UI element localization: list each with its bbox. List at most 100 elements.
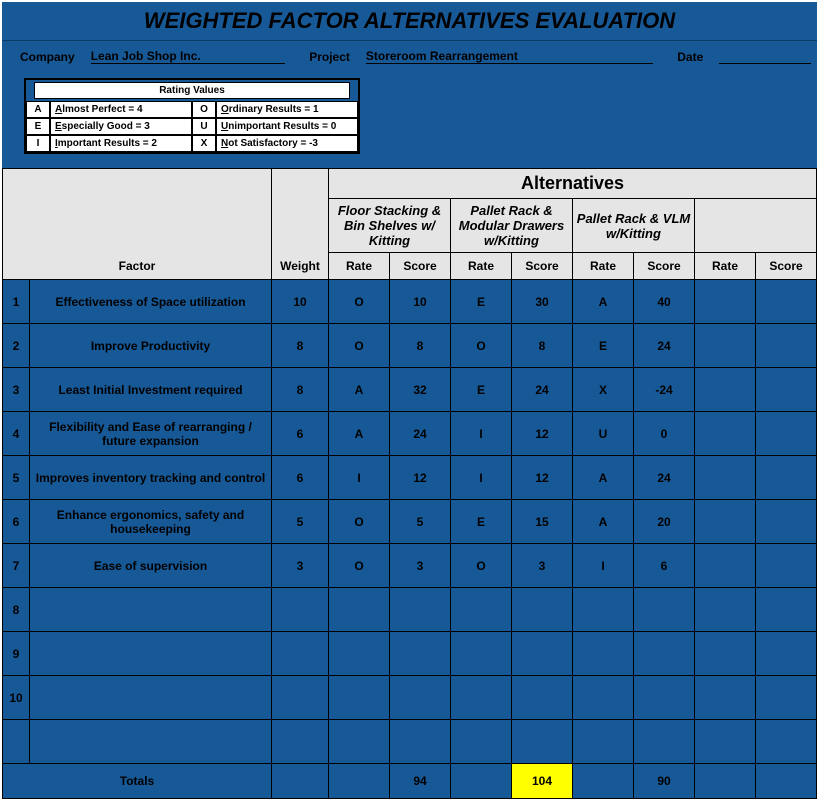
rate-value xyxy=(451,676,512,720)
totals-weight xyxy=(272,764,329,799)
rate-value xyxy=(695,456,756,500)
factor-row: 6Enhance ergonomics, safety and housekee… xyxy=(3,500,817,544)
rate-value xyxy=(451,632,512,676)
score-value xyxy=(512,720,573,764)
factor-row: 3Least Initial Investment required8A32E2… xyxy=(3,368,817,412)
alternative-header xyxy=(695,199,817,253)
rate-value xyxy=(329,588,390,632)
rate-value xyxy=(695,500,756,544)
rating-cell: A xyxy=(26,101,50,118)
rate-value xyxy=(573,632,634,676)
rate-value: O xyxy=(451,324,512,368)
score-value xyxy=(390,676,451,720)
factor-name: Least Initial Investment required xyxy=(30,368,272,412)
factor-name: Effectiveness of Space utilization xyxy=(30,280,272,324)
row-number: 4 xyxy=(3,412,30,456)
factor-row: 2Improve Productivity8O8O8E24 xyxy=(3,324,817,368)
rate-value: O xyxy=(329,324,390,368)
rating-cell: O xyxy=(192,101,216,118)
score-value xyxy=(756,720,817,764)
rate-header: Rate xyxy=(329,253,390,280)
factor-name: Enhance ergonomics, safety and housekeep… xyxy=(30,500,272,544)
score-value: 40 xyxy=(634,280,695,324)
rating-cell: Not Satisfactory = -3 xyxy=(216,135,358,152)
score-value: 0 xyxy=(634,412,695,456)
rate-value: E xyxy=(451,280,512,324)
score-value: 3 xyxy=(390,544,451,588)
weight-value: 8 xyxy=(272,368,329,412)
weight-value: 6 xyxy=(272,412,329,456)
alternatives-header: Alternatives xyxy=(329,169,817,199)
score-value: 24 xyxy=(390,412,451,456)
rate-value: I xyxy=(573,544,634,588)
factor-row xyxy=(3,720,817,764)
score-value: 24 xyxy=(634,324,695,368)
project-label: Project xyxy=(309,50,350,64)
total-rate xyxy=(451,764,512,799)
rate-header: Rate xyxy=(695,253,756,280)
rating-cell: Ordinary Results = 1 xyxy=(216,101,358,118)
score-value xyxy=(390,632,451,676)
rate-header: Rate xyxy=(573,253,634,280)
factor-name: Ease of supervision xyxy=(30,544,272,588)
score-header: Score xyxy=(756,253,817,280)
rating-cell: X xyxy=(192,135,216,152)
alternative-header: Pallet Rack & VLM w/Kitting xyxy=(573,199,695,253)
total-rate xyxy=(329,764,390,799)
totals-label: Totals xyxy=(3,764,272,799)
score-header: Score xyxy=(634,253,695,280)
rate-value xyxy=(451,588,512,632)
factor-header: Factor xyxy=(3,169,272,280)
rate-value xyxy=(573,720,634,764)
score-value xyxy=(756,632,817,676)
factor-row: 7Ease of supervision3O3O3I6 xyxy=(3,544,817,588)
alternative-header: Floor Stacking & Bin Shelves w/ Kitting xyxy=(329,199,451,253)
weight-value: 3 xyxy=(272,544,329,588)
factor-row: 8 xyxy=(3,588,817,632)
rate-value: A xyxy=(573,456,634,500)
rate-header: Rate xyxy=(451,253,512,280)
score-value xyxy=(634,632,695,676)
rate-value: I xyxy=(451,456,512,500)
rate-value: O xyxy=(329,500,390,544)
weight-value: 8 xyxy=(272,324,329,368)
rate-value xyxy=(695,324,756,368)
rate-value: A xyxy=(573,280,634,324)
date-field: Date xyxy=(659,41,817,68)
rating-cell: E xyxy=(26,118,50,135)
rate-value xyxy=(695,676,756,720)
rate-value: I xyxy=(451,412,512,456)
weight-value: 5 xyxy=(272,500,329,544)
rate-value xyxy=(329,720,390,764)
score-value: -24 xyxy=(634,368,695,412)
rate-value xyxy=(695,412,756,456)
rate-value xyxy=(451,720,512,764)
weight-value xyxy=(272,632,329,676)
score-value xyxy=(512,588,573,632)
score-value: 24 xyxy=(512,368,573,412)
project-value: Storeroom Rearrangement xyxy=(366,49,653,64)
rate-value xyxy=(573,588,634,632)
factor-row: 1Effectiveness of Space utilization10O10… xyxy=(3,280,817,324)
rate-value xyxy=(329,632,390,676)
score-value xyxy=(512,632,573,676)
factor-row: 4Flexibility and Ease of rearranging / f… xyxy=(3,412,817,456)
total-rate xyxy=(573,764,634,799)
score-value xyxy=(756,588,817,632)
weight-value: 10 xyxy=(272,280,329,324)
score-value: 8 xyxy=(512,324,573,368)
rate-value: A xyxy=(573,500,634,544)
rate-value xyxy=(695,368,756,412)
factor-name xyxy=(30,720,272,764)
score-value xyxy=(756,676,817,720)
factor-name: Improves inventory tracking and control xyxy=(30,456,272,500)
factor-name xyxy=(30,632,272,676)
date-label: Date xyxy=(677,50,703,64)
factor-row: 5Improves inventory tracking and control… xyxy=(3,456,817,500)
score-header: Score xyxy=(390,253,451,280)
score-value xyxy=(634,588,695,632)
rate-value xyxy=(695,280,756,324)
score-value xyxy=(756,456,817,500)
rate-value xyxy=(695,588,756,632)
company-value: Lean Job Shop Inc. xyxy=(91,49,286,64)
